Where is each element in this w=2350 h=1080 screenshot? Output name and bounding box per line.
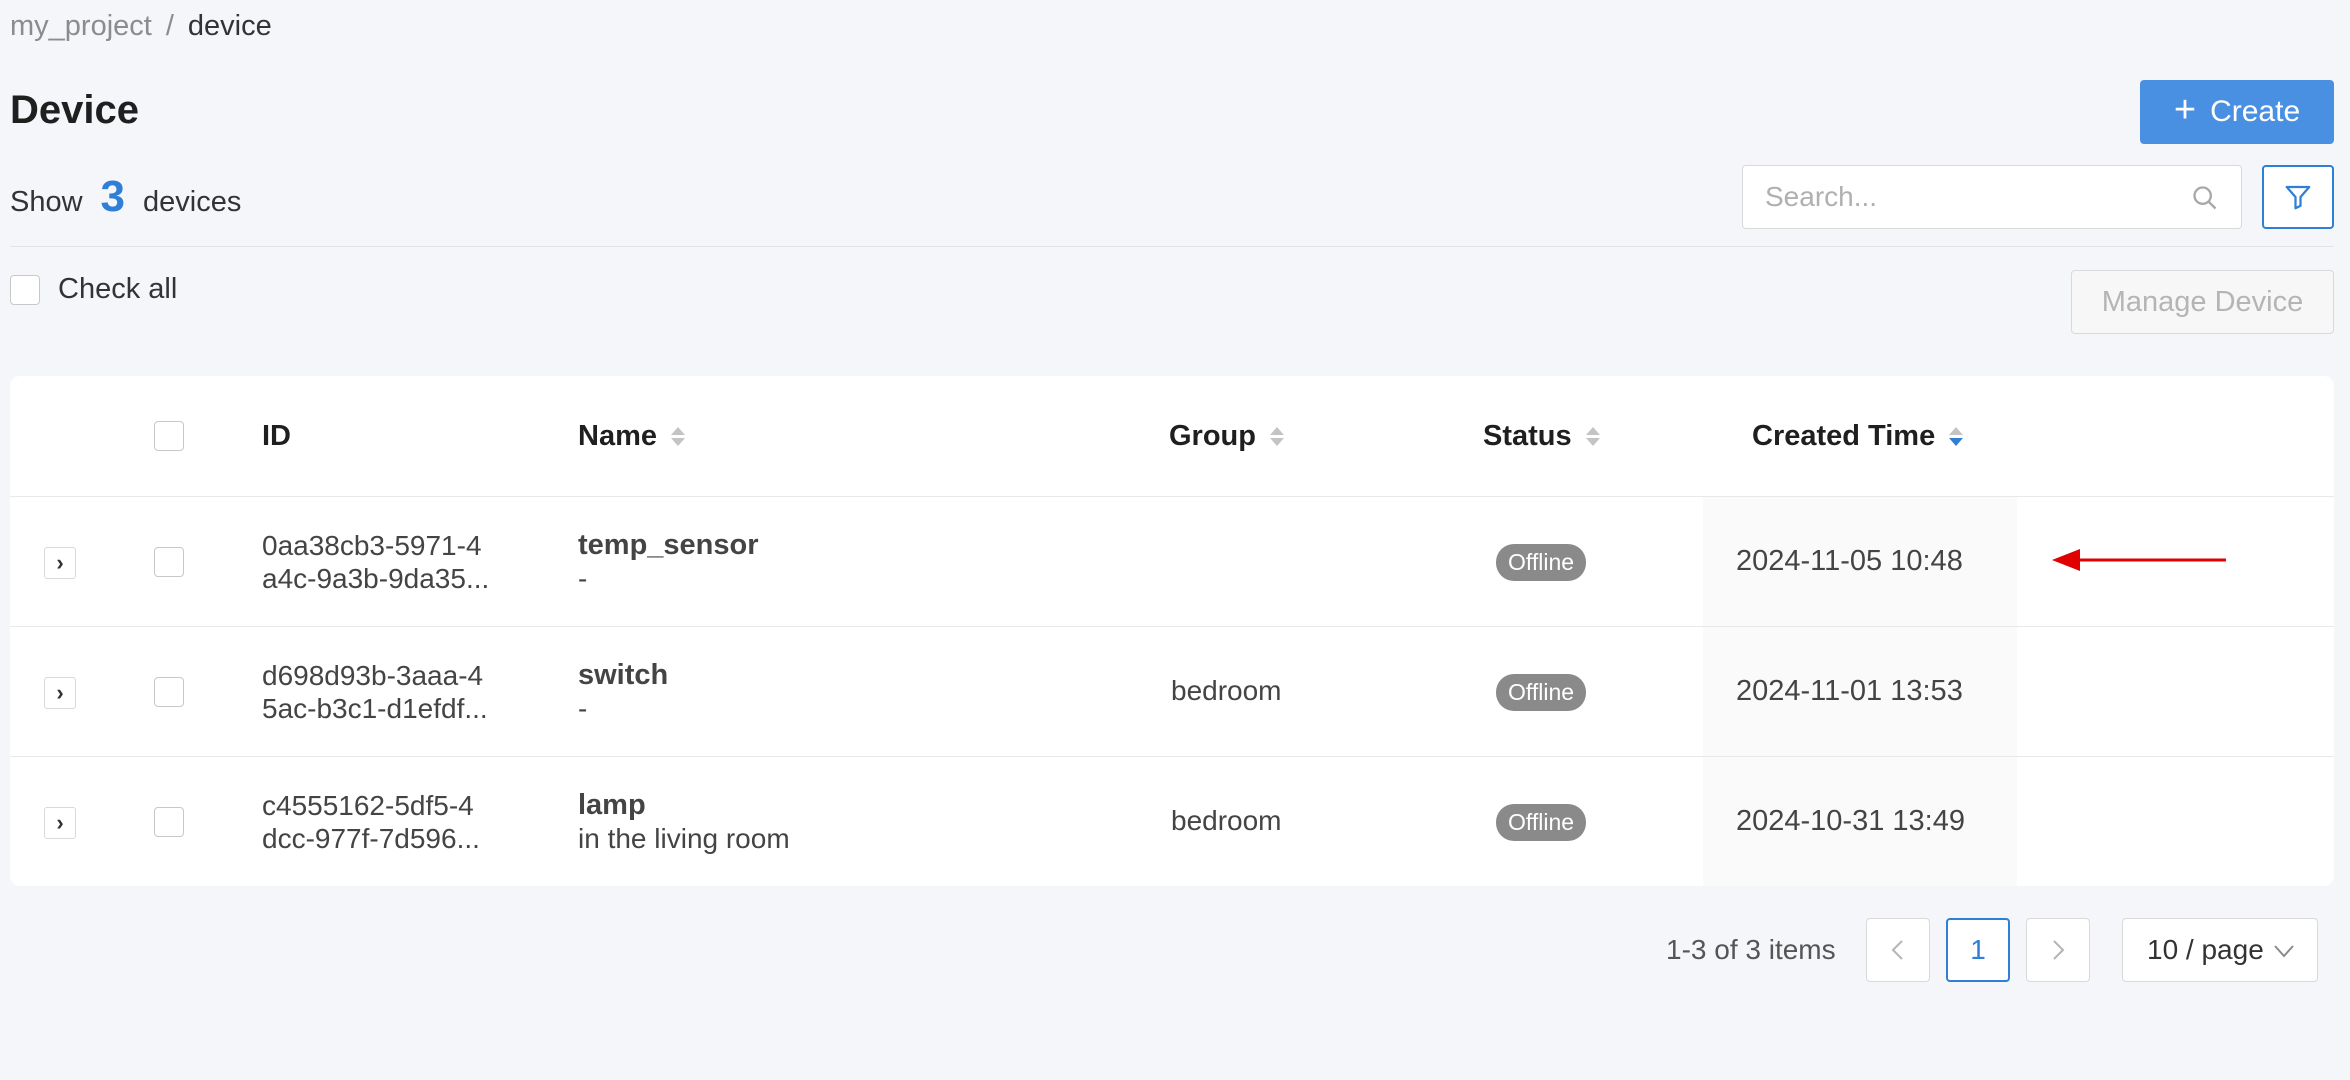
column-created-time-label: Created Time [1752, 420, 1936, 452]
status-badge: Offline [1496, 804, 1587, 841]
device-id: c4555162-5df5-4 dcc-977f-7d596... [262, 789, 480, 855]
created-time: 2024-11-05 10:48 [1736, 545, 1963, 577]
device-name[interactable]: lamp [578, 789, 790, 822]
row-checkbox[interactable] [154, 807, 184, 837]
column-id-label: ID [262, 420, 291, 452]
chevron-left-icon [1891, 940, 1903, 960]
table-row: › d698d93b-3aaa-4 5ac-b3c1-d1efdf... swi… [10, 627, 2334, 757]
create-button[interactable]: + Create [2140, 80, 2334, 144]
filter-button[interactable] [2262, 165, 2334, 229]
device-id-line1: 0aa38cb3-5971-4 [262, 530, 482, 561]
breadcrumb-project-link[interactable]: my_project [10, 10, 152, 42]
create-button-label: Create [2210, 95, 2301, 128]
device-group: bedroom [1171, 675, 1282, 706]
chevron-right-icon [2053, 940, 2065, 960]
sort-icon[interactable] [671, 427, 685, 446]
column-header-name[interactable]: Name [578, 376, 685, 497]
status-badge: Offline [1496, 544, 1587, 581]
status-cell: Offline [1496, 674, 1587, 711]
device-id: d698d93b-3aaa-4 5ac-b3c1-d1efdf... [262, 659, 488, 725]
column-header-id: ID [262, 376, 291, 497]
search-input[interactable] [1743, 166, 2241, 228]
sort-icon[interactable] [1585, 427, 1600, 446]
device-description: - [578, 563, 588, 594]
status-badge: Offline [1496, 674, 1587, 711]
column-header-group[interactable]: Group [1169, 376, 1284, 497]
check-all[interactable]: Check all [10, 273, 177, 306]
count-suffix: devices [143, 186, 242, 218]
device-id-line2: a4c-9a3b-9da35... [262, 563, 490, 594]
device-description: in the living room [578, 823, 790, 854]
breadcrumb: my_project / device [10, 10, 272, 43]
column-name-label: Name [578, 420, 657, 452]
device-id-line2: 5ac-b3c1-d1efdf... [262, 693, 488, 724]
check-all-checkbox[interactable] [10, 274, 40, 305]
check-all-label: Check all [58, 273, 178, 305]
device-id: 0aa38cb3-5971-4 a4c-9a3b-9da35... [262, 529, 489, 595]
expand-row-chevron-icon[interactable]: › [44, 677, 76, 709]
device-name-cell: lamp in the living room [578, 789, 790, 855]
device-group: bedroom [1171, 805, 1282, 836]
count-prefix: Show [10, 186, 83, 218]
prev-page-button[interactable] [1866, 918, 1930, 982]
breadcrumb-current: device [187, 10, 272, 42]
created-time: 2024-11-01 13:53 [1736, 675, 1963, 707]
search-icon[interactable] [2191, 184, 2219, 212]
expand-row-chevron-icon[interactable]: › [44, 547, 76, 579]
created-time: 2024-10-31 13:49 [1736, 805, 1965, 837]
divider [10, 246, 2334, 247]
device-name[interactable]: temp_sensor [578, 529, 759, 562]
pagination-total: 1-3 of 3 items [1666, 934, 1836, 965]
page-button-current[interactable]: 1 [1946, 918, 2010, 982]
filter-icon [2285, 185, 2311, 210]
device-count: 3 [100, 172, 126, 221]
status-cell: Offline [1496, 544, 1587, 581]
table-row: › c4555162-5df5-4 dcc-977f-7d596... lamp… [10, 757, 2334, 886]
device-name-cell: temp_sensor - [578, 529, 759, 595]
page-size-select[interactable]: 10 / page [2122, 918, 2318, 982]
row-checkbox[interactable] [154, 547, 184, 577]
table-header: ID Name Group Status Created Time [10, 376, 2334, 497]
column-header-created-time[interactable]: Created Time [1752, 376, 1964, 497]
device-id-line1: c4555162-5df5-4 [262, 790, 474, 821]
device-name-cell: switch - [578, 659, 668, 725]
row-checkbox[interactable] [154, 677, 184, 707]
next-page-button[interactable] [2026, 918, 2090, 982]
sort-icon[interactable] [1270, 427, 1284, 446]
device-id-line1: d698d93b-3aaa-4 [262, 660, 484, 691]
pagination: 1-3 of 3 items 1 10 / page [0, 918, 2350, 982]
device-description: - [578, 693, 588, 724]
status-cell: Offline [1496, 804, 1587, 841]
device-id-line2: dcc-977f-7d596... [262, 823, 480, 854]
column-status-label: Status [1483, 420, 1572, 452]
sort-desc-icon[interactable] [1949, 427, 1964, 446]
expand-row-chevron-icon[interactable]: › [44, 807, 76, 839]
chevron-down-icon [2274, 945, 2294, 958]
table-row: › 0aa38cb3-5971-4 a4c-9a3b-9da35... temp… [10, 497, 2334, 627]
search-box [1742, 165, 2242, 229]
device-name[interactable]: switch [578, 659, 668, 692]
breadcrumb-separator: / [165, 10, 174, 42]
plus-icon: + [2173, 89, 2197, 131]
column-group-label: Group [1169, 420, 1256, 452]
column-header-status[interactable]: Status [1483, 376, 1600, 497]
page-title: Device [10, 88, 139, 132]
red-arrow-icon [2052, 549, 2226, 571]
device-count-summary: Show 3 devices [10, 172, 241, 222]
page-size-value: 10 / page [2147, 934, 2264, 965]
select-all-checkbox[interactable] [154, 421, 184, 451]
device-table: ID Name Group Status Created Time › 0aa3… [10, 376, 2334, 886]
manage-device-button[interactable]: Manage Device [2071, 270, 2334, 334]
